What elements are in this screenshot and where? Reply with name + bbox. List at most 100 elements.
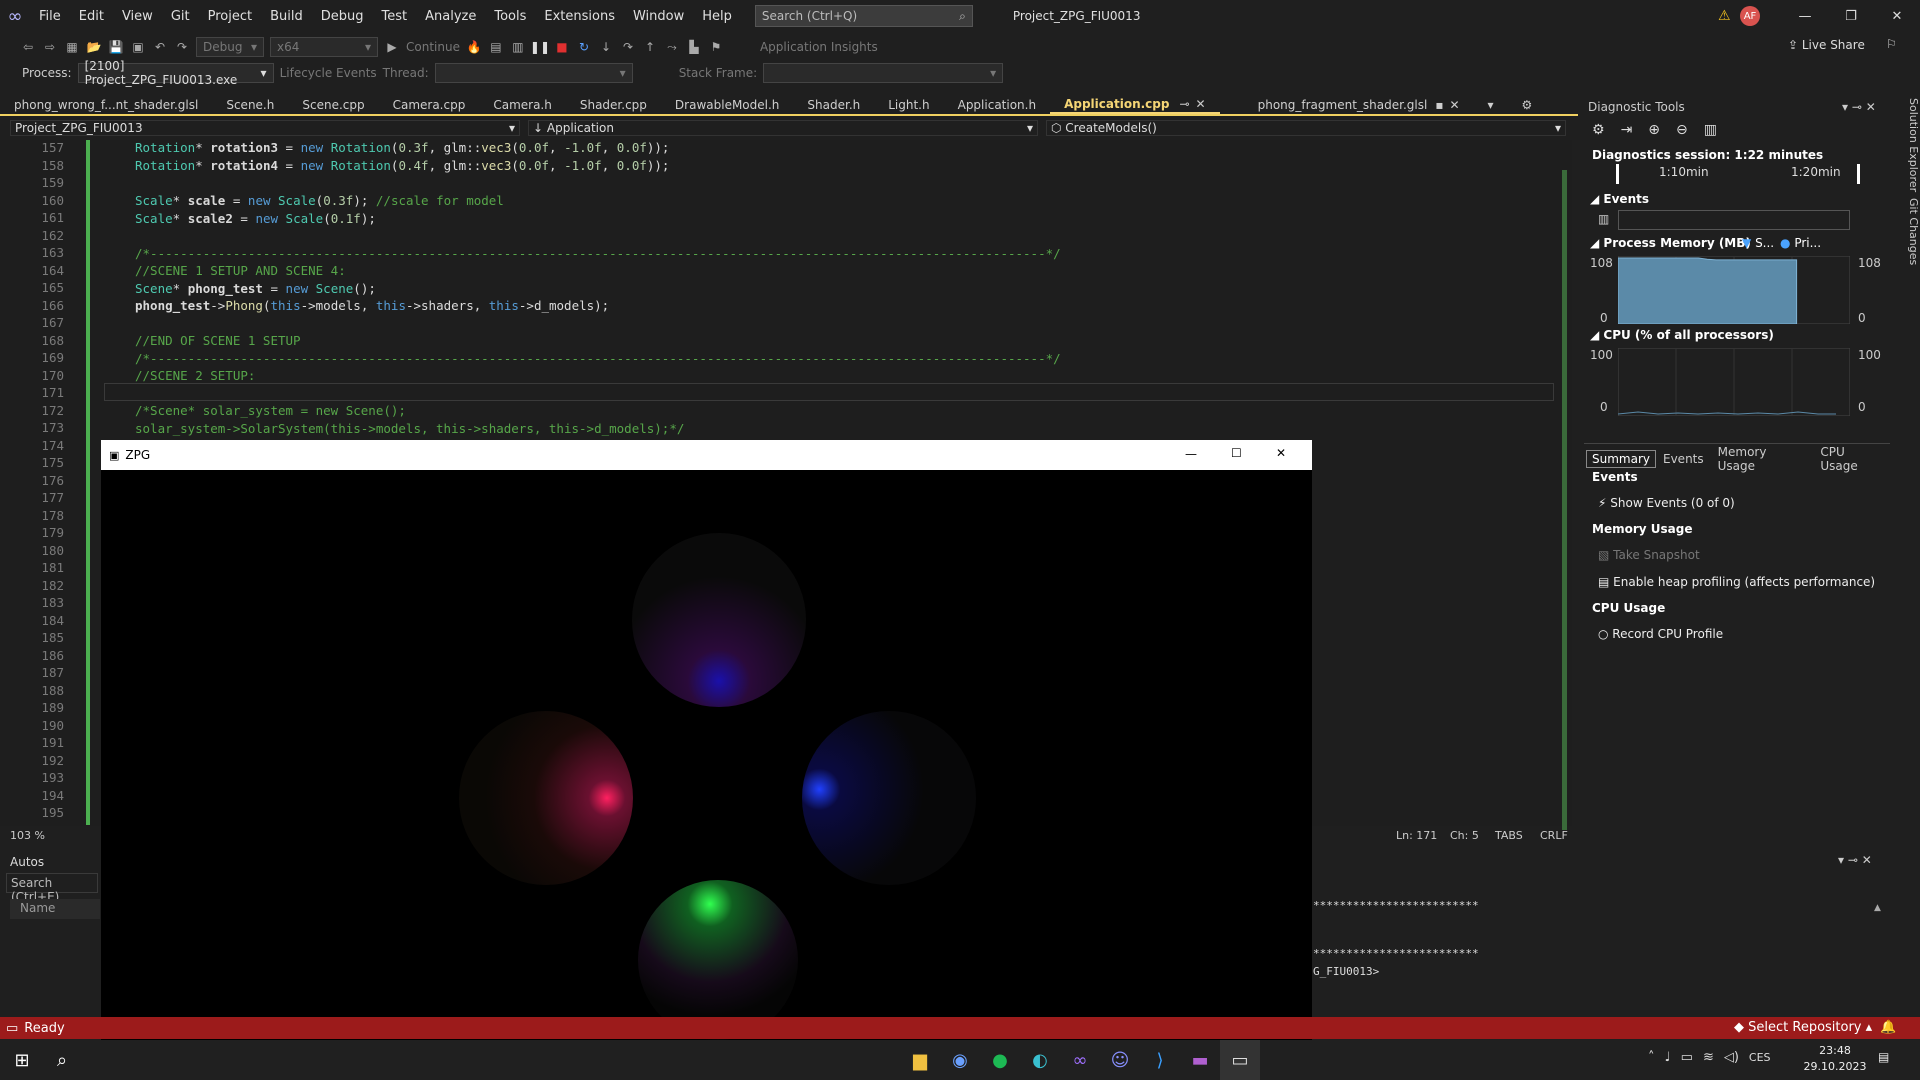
scrollbar-thumb[interactable]	[1562, 170, 1567, 830]
cpu-section-header[interactable]: ◢ CPU (% of all processors)	[1590, 328, 1774, 342]
notifications-icon[interactable]: 🔔	[1880, 1020, 1896, 1035]
menu-analyze[interactable]: Analyze	[416, 9, 485, 24]
pin-icon[interactable]: ▪	[1435, 98, 1443, 112]
process-dropdown[interactable]: [2100] Project_ZPG_FIU0013.exe ▾	[77, 59, 274, 87]
menu-extensions[interactable]: Extensions	[535, 9, 624, 24]
output-scrollbar[interactable]: ▲	[1874, 903, 1884, 1003]
stop-icon[interactable]: ■	[554, 39, 570, 55]
discord-icon[interactable]: ☺	[1100, 1040, 1140, 1080]
step-into-icon[interactable]: ↓	[598, 39, 614, 55]
zpg-title-bar[interactable]: ▣ ZPG — ☐ ✕	[101, 440, 1312, 470]
timeline-ruler[interactable]: 1:10min 1:20min	[1616, 164, 1860, 184]
tab-application-h[interactable]: Application.h	[944, 96, 1050, 114]
tab-phong-fragment[interactable]: phong_fragment_shader.glsl ▪ ✕	[1244, 96, 1474, 114]
menu-git[interactable]: Git	[162, 9, 199, 24]
microphone-icon[interactable]: ♩	[1665, 1050, 1671, 1065]
menu-view[interactable]: View	[113, 9, 162, 24]
autos-name-column[interactable]: Name	[10, 899, 100, 919]
edge-icon[interactable]: ◐	[1020, 1040, 1060, 1080]
scope-dropdown[interactable]: ↓ Application ▾	[528, 120, 1038, 136]
side-tab-git-changes[interactable]: Git Changes	[1894, 198, 1920, 278]
take-snapshot-button[interactable]: ▧ Take Snapshot	[1598, 548, 1700, 562]
zoom-in-icon[interactable]: ⊕	[1648, 122, 1660, 138]
stack-frame-dropdown[interactable]: ▾	[763, 63, 1004, 83]
open-icon[interactable]: 📂	[86, 39, 102, 55]
menu-window[interactable]: Window	[624, 9, 693, 24]
eol-indicator[interactable]: CRLF	[1540, 829, 1568, 842]
vscode-icon[interactable]: ⟩	[1140, 1040, 1180, 1080]
configuration-dropdown[interactable]: Debug ▾	[196, 37, 264, 57]
minimize-icon[interactable]: —	[1782, 0, 1828, 32]
tab-camera-cpp[interactable]: Camera.cpp	[379, 96, 480, 114]
menu-debug[interactable]: Debug	[312, 9, 373, 24]
output-options-icon[interactable]: ▾ ⊸ ✕	[1838, 853, 1872, 867]
record-cpu-button[interactable]: ○ Record CPU Profile	[1598, 627, 1723, 641]
windows-start-icon[interactable]: ⊞	[2, 1040, 42, 1080]
menu-edit[interactable]: Edit	[70, 9, 113, 24]
menu-help[interactable]: Help	[693, 9, 741, 24]
search-input[interactable]: Search (Ctrl+Q) ⌕	[754, 5, 973, 27]
tab-camera-h[interactable]: Camera.h	[479, 96, 566, 114]
tab-application-cpp[interactable]: Application.cpp ⊸ ✕	[1050, 96, 1220, 114]
back-icon[interactable]: ⇦	[20, 39, 36, 55]
settings-icon[interactable]: ⚙	[1508, 96, 1547, 114]
battery-icon[interactable]: ▭	[1681, 1050, 1693, 1065]
project-dropdown[interactable]: Project_ZPG_FIU0013 ▾	[10, 120, 520, 136]
forward-icon[interactable]: ⇨	[42, 39, 58, 55]
live-share-button[interactable]: ⇪ Live Share	[1788, 38, 1865, 52]
autos-search-input[interactable]: Search (Ctrl+E)	[6, 873, 98, 904]
tab-scene-h[interactable]: Scene.h	[212, 96, 288, 114]
step-out-icon[interactable]: ↑	[642, 39, 658, 55]
member-dropdown[interactable]: ⬡ CreateModels() ▾	[1046, 120, 1566, 136]
assistant-app-icon[interactable]: ◉	[940, 1040, 980, 1080]
continue-button[interactable]: Continue	[406, 40, 460, 54]
restore-icon[interactable]: ❐	[1828, 0, 1874, 32]
bookmark-icon[interactable]: ⚑	[708, 39, 724, 55]
platform-dropdown[interactable]: x64 ▾	[270, 37, 378, 57]
step-over-icon[interactable]: ↷	[620, 39, 636, 55]
line-indicator[interactable]: Ln: 171	[1396, 829, 1437, 842]
tab-summary[interactable]: Summary	[1586, 450, 1656, 468]
menu-build[interactable]: Build	[261, 9, 312, 24]
avatar[interactable]: AF	[1740, 6, 1760, 26]
restart-icon[interactable]: ↻	[576, 39, 592, 55]
language-indicator[interactable]: CES	[1749, 1051, 1771, 1064]
tab-shader-h[interactable]: Shader.h	[793, 96, 874, 114]
zoom-dropdown[interactable]: 103 %	[10, 829, 45, 842]
search-icon[interactable]: ⌕	[42, 1040, 82, 1080]
zpg-render-window[interactable]	[101, 440, 1312, 1050]
zpg-maximize-icon[interactable]: ☐	[1231, 446, 1242, 460]
menu-tools[interactable]: Tools	[485, 9, 535, 24]
tab-light-h[interactable]: Light.h	[874, 96, 943, 114]
tab-phong-wrong[interactable]: phong_wrong_f...nt_shader.glsl	[0, 96, 212, 114]
save-all-icon[interactable]: ▣	[130, 39, 146, 55]
breakpoints-icon[interactable]: ▙	[686, 39, 702, 55]
settings-icon[interactable]: ⚙	[1592, 122, 1605, 138]
tabs-indicator[interactable]: TABS	[1495, 829, 1523, 842]
app-insights-button[interactable]: Application Insights	[760, 40, 878, 54]
pin-icon[interactable]: ⊸	[1179, 97, 1189, 111]
tab-events[interactable]: Events	[1656, 451, 1711, 467]
zoom-out-icon[interactable]: ⊖	[1676, 122, 1688, 138]
close-tab-icon[interactable]: ✕	[1196, 97, 1206, 111]
pause-icon[interactable]: ❚❚	[530, 39, 550, 55]
zpg-taskbar-icon[interactable]: ▭	[1220, 1040, 1260, 1080]
volume-icon[interactable]: ◁)	[1724, 1050, 1739, 1065]
warning-icon[interactable]: ⚠	[1718, 8, 1731, 24]
select-repository-button[interactable]: ◆ Select Repository ▴	[1734, 1020, 1872, 1035]
heap-profiling-button[interactable]: ▤ Enable heap profiling (affects perform…	[1598, 575, 1875, 589]
terminal-icon[interactable]: ▬	[1180, 1040, 1220, 1080]
spotify-icon[interactable]: ●	[980, 1040, 1020, 1080]
new-item-icon[interactable]: ▦	[64, 39, 80, 55]
file-explorer-icon[interactable]: ▆	[900, 1040, 940, 1080]
char-indicator[interactable]: Ch: 5	[1450, 829, 1479, 842]
reset-view-icon[interactable]: ▥	[1704, 122, 1717, 138]
continue-icon[interactable]: ▶	[384, 39, 400, 55]
undo-icon[interactable]: ↶	[152, 39, 168, 55]
save-icon[interactable]: 💾	[108, 39, 124, 55]
camera-icon[interactable]: ▤	[488, 39, 504, 55]
feedback-icon[interactable]: ⚐	[1886, 37, 1897, 51]
show-events-link[interactable]: ⚡ Show Events (0 of 0)	[1598, 496, 1735, 510]
tab-scene-cpp[interactable]: Scene.cpp	[288, 96, 378, 114]
menu-test[interactable]: Test	[373, 9, 417, 24]
